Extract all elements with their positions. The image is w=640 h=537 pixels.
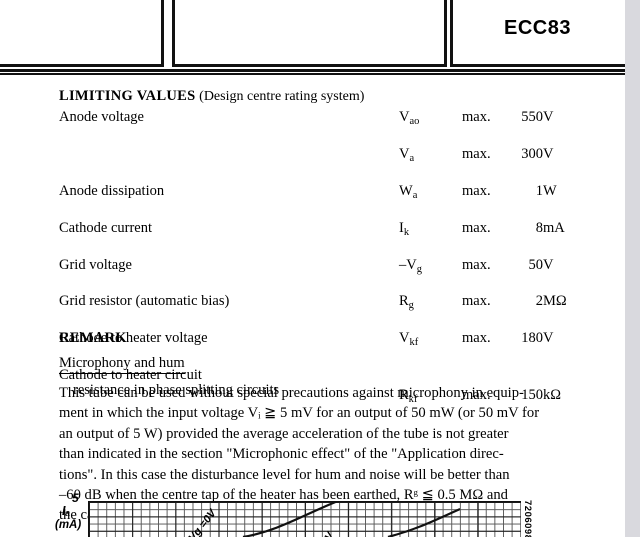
row-max-label: max. (462, 256, 491, 273)
remark-subheading: Microphony and hum (59, 355, 185, 374)
table-row: Va max. 300 V (59, 145, 583, 165)
row-unit: V (543, 109, 554, 125)
drawing-code-label: 7206098 (522, 500, 533, 537)
row-max-label: max. (462, 293, 491, 310)
table-row: Cathode to heater voltage Vkf max. 180 V (59, 330, 583, 349)
tube-type-name: ECC83 (504, 17, 571, 39)
row-value: 50 (528, 256, 544, 273)
row-max-label: max. (462, 330, 491, 347)
row-description: Anode dissipation (59, 182, 165, 199)
row-symbol: Wa (399, 182, 418, 201)
row-max-label: max. (462, 182, 491, 199)
row-max-label: max. (462, 145, 491, 162)
row-symbol: Vkf (399, 330, 419, 349)
row-unit: V (543, 330, 554, 347)
header-box-middle (172, 0, 447, 67)
remark-heading: REMARK (59, 330, 127, 346)
row-description: Anode voltage (59, 109, 144, 125)
chart-curves (88, 501, 520, 537)
row-value: 180 (521, 330, 543, 347)
row-unit: mA (543, 219, 565, 236)
curve-svg (242, 501, 461, 537)
header-double-rule (0, 69, 625, 75)
row-value: 1 (535, 182, 543, 199)
row-unit: V (543, 256, 554, 273)
row-unit: W (543, 182, 557, 199)
page-header: ECC83 (0, 0, 625, 67)
limiting-values-heading: LIMITING VALUES (Design centre rating sy… (59, 88, 364, 105)
row-symbol: Ik (399, 219, 410, 238)
remark-line: ment in which the input voltage Vᵢ ≧ 5 m… (59, 405, 540, 422)
row-symbol: Va (399, 145, 415, 165)
limiting-values-title: LIMITING VALUES (59, 88, 196, 104)
table-row: Anode voltage Vao max. 550 V (59, 109, 583, 128)
header-box-left (0, 0, 164, 67)
datasheet-page: ECC83 LIMITING VALUES (Design centre rat… (0, 0, 625, 537)
curve-vg-5v (387, 507, 461, 537)
remark-line: an output of 5 W) provided the average a… (59, 425, 509, 442)
row-symbol: –Vg (399, 256, 422, 275)
row-symbol: Vao (399, 109, 420, 128)
row-description: Grid voltage (59, 256, 132, 273)
row-max-label: max. (462, 109, 491, 125)
anode-current-chart: 5 Iₐ (mA) Vg =0V 5V 7206098 (0, 491, 625, 537)
row-unit: MΩ (543, 293, 567, 310)
y-axis-unit-label: (mA) (55, 519, 82, 531)
limiting-values-subtitle: (Design centre rating system) (199, 89, 365, 104)
row-max-label: max. (462, 219, 491, 236)
row-unit: V (543, 145, 554, 162)
row-value: 550 (521, 109, 543, 125)
remark-line: than indicated in the section "Microphon… (59, 446, 504, 463)
remark-line: This tube can be used without special pr… (59, 385, 524, 401)
row-description (59, 147, 399, 162)
row-value: 8 (535, 219, 543, 236)
row-symbol: Rg (399, 293, 414, 312)
table-row: Grid voltage –Vg max. 50 V (59, 256, 583, 275)
viewport-right-edge (625, 0, 640, 537)
remark-line: tions". In this case the disturbance lev… (59, 466, 510, 483)
row-value: 2 (535, 293, 543, 310)
y-axis-top-tick-label: 5 (72, 491, 79, 505)
row-description: Grid resistor (automatic bias) (59, 293, 230, 310)
table-row: Grid resistor (automatic bias) Rg max. 2… (59, 293, 583, 312)
table-row: Cathode current Ik max. 8 mA (59, 219, 583, 238)
row-description: Cathode current (59, 219, 153, 236)
table-row: Anode dissipation Wa max. 1 W (59, 182, 583, 201)
row-value: 300 (521, 145, 543, 162)
curve-vg-0v (242, 501, 339, 537)
y-axis-symbol-label: Iₐ (62, 504, 71, 518)
